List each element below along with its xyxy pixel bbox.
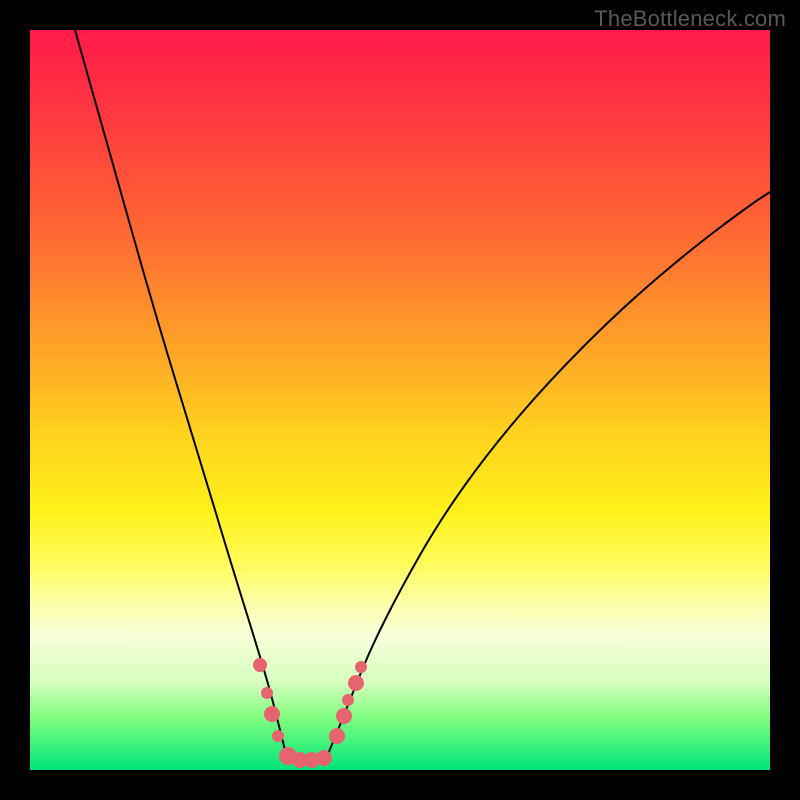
data-marker — [348, 675, 364, 691]
watermark-text: TheBottleneck.com — [594, 6, 786, 32]
data-marker — [264, 706, 280, 722]
data-marker — [253, 658, 267, 672]
data-marker — [272, 730, 284, 742]
chart-frame: TheBottleneck.com — [0, 0, 800, 800]
curve-left-branch — [75, 30, 286, 754]
curve-right-branch — [328, 192, 770, 754]
data-marker — [261, 687, 273, 699]
curve-layer — [30, 30, 770, 770]
plot-area — [30, 30, 770, 770]
data-marker — [355, 661, 367, 673]
data-marker — [316, 750, 332, 766]
data-marker — [329, 728, 345, 744]
data-marker — [336, 708, 352, 724]
data-marker — [342, 694, 354, 706]
marker-group — [253, 658, 367, 768]
